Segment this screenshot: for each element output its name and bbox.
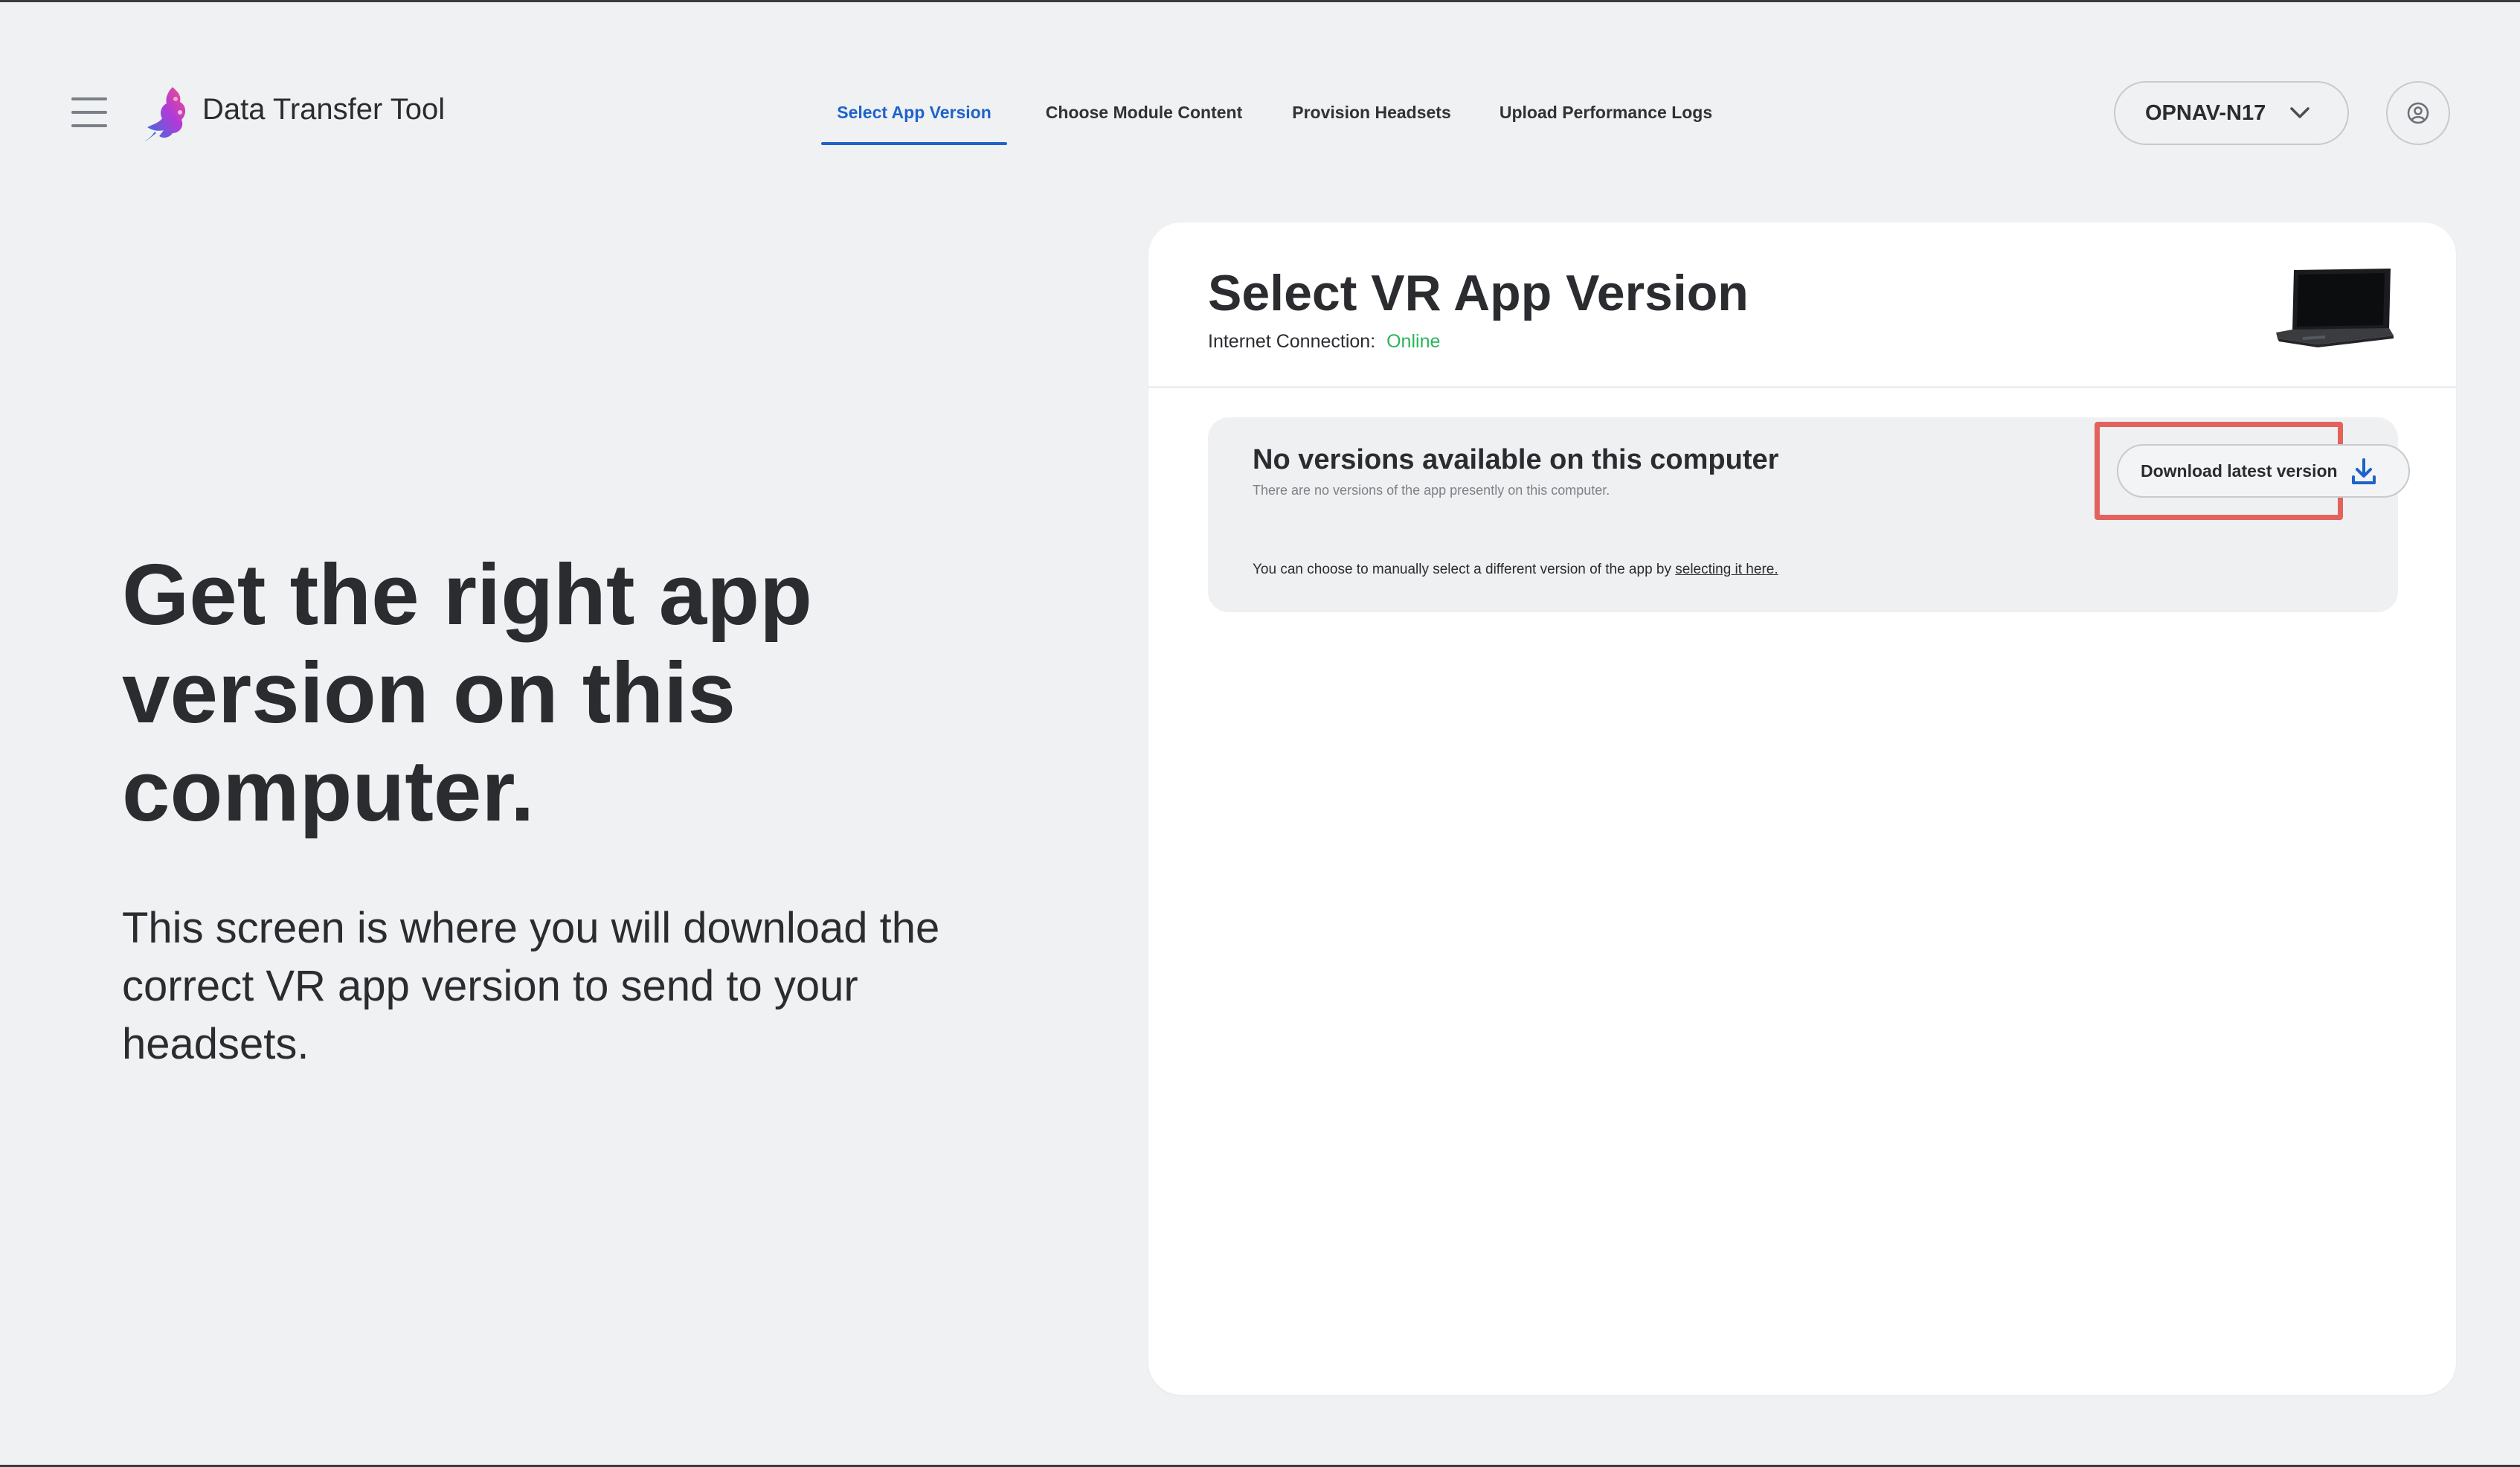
- connection-label: Internet Connection:: [1208, 331, 1376, 352]
- panel-description: There are no versions of the app present…: [1253, 483, 1610, 498]
- select-manually-link[interactable]: selecting it here.: [1675, 562, 1778, 577]
- user-account-button[interactable]: [2386, 81, 2450, 145]
- download-icon: [2352, 458, 2376, 484]
- card-divider: [1148, 386, 2456, 388]
- tab-upload-performance-logs[interactable]: Upload Performance Logs: [1498, 83, 1714, 145]
- card-title: Select VR App Version: [1208, 265, 1749, 321]
- tab-provision-headsets[interactable]: Provision Headsets: [1291, 83, 1452, 145]
- connection-status-row: Internet Connection: Online: [1208, 331, 1440, 353]
- org-selector-value: OPNAV-N17: [2145, 100, 2266, 125]
- app-logo-icon: [144, 87, 186, 141]
- hero-subtitle: This screen is where you will download t…: [122, 904, 940, 1068]
- hero-title: Get the right app version on this comput…: [122, 546, 812, 839]
- select-version-card: Select VR App Version Internet Connectio…: [1148, 222, 2456, 1395]
- app-window: Data Transfer Tool Select App Version Ch…: [0, 0, 2520, 1467]
- chevron-down-icon: [2290, 107, 2310, 118]
- versions-panel: No versions available on this computer T…: [1208, 417, 2410, 612]
- manual-select-prefix: You can choose to manually select a diff…: [1253, 562, 1676, 577]
- tab-select-app-version[interactable]: Select App Version: [821, 83, 1007, 145]
- manual-select-text: You can choose to manually select a diff…: [1253, 562, 1778, 578]
- tab-choose-module-content[interactable]: Choose Module Content: [1041, 83, 1247, 145]
- panel-title: No versions available on this computer: [1253, 444, 1779, 475]
- laptop-icon: [2276, 269, 2394, 347]
- org-selector-dropdown[interactable]: OPNAV-N17: [2114, 81, 2349, 145]
- app-title: Data Transfer Tool: [202, 93, 446, 126]
- user-account-icon: [2407, 102, 2429, 124]
- download-button-label: Download latest version: [2141, 460, 2338, 481]
- download-latest-button[interactable]: Download latest version: [2117, 444, 2410, 498]
- top-header: Data Transfer Tool Select App Version Ch…: [0, 2, 2520, 225]
- hamburger-menu-icon[interactable]: [71, 97, 107, 127]
- connection-status: Online: [1386, 331, 1441, 352]
